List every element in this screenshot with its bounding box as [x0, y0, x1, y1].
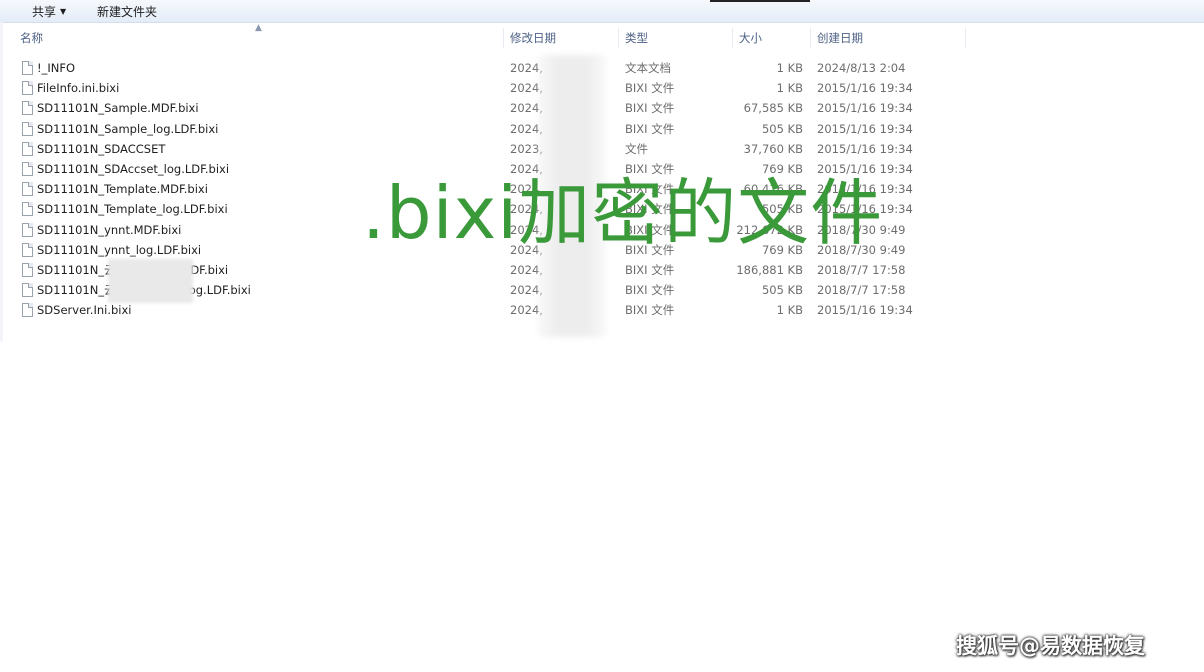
column-header-created[interactable]: 创建日期 — [811, 28, 966, 48]
file-icon — [22, 81, 33, 96]
file-created: 2015/1/16 19:34 — [817, 81, 913, 96]
file-icon — [22, 303, 33, 318]
file-type: BIXI 文件 — [625, 303, 675, 318]
file-size: 1 KB — [776, 303, 803, 318]
file-icon — [22, 182, 33, 197]
file-icon — [22, 242, 33, 257]
file-icon — [22, 202, 33, 217]
new-folder-label: 新建文件夹 — [97, 5, 158, 19]
file-icon — [22, 121, 33, 136]
file-icon — [22, 61, 33, 75]
file-name: SD11101N_ynnt_log.LDF.bixi — [37, 242, 202, 257]
file-icon — [22, 222, 33, 237]
share-label: 共享 — [32, 5, 57, 19]
column-header-row: ▲ 名称 修改日期 类型 大小 创建日期 — [0, 23, 1204, 48]
file-type: BIXI 文件 — [625, 121, 675, 136]
watermark: 搜狐号@易数据恢复 — [956, 634, 1145, 658]
file-name: SD11101N_Template_log.LDF.bixi — [37, 202, 228, 217]
file-created: 2018/7/7 17:58 — [817, 283, 906, 298]
file-size: 505 KB — [761, 121, 803, 136]
file-size: 186,881 KB — [736, 262, 803, 277]
file-type: BIXI 文件 — [625, 101, 675, 116]
file-name: SD11101N_ynnt.MDF.bixi — [37, 222, 182, 237]
redaction-blur-company-name — [108, 259, 193, 303]
column-header-type[interactable]: 类型 — [619, 28, 733, 48]
file-name: !_INFO — [37, 61, 76, 75]
chevron-down-icon: ▼ — [60, 7, 67, 16]
file-type: 文本文档 — [625, 61, 671, 75]
file-icon — [22, 101, 33, 116]
file-created: 2018/7/7 17:58 — [817, 262, 906, 277]
file-type: BIXI 文件 — [625, 81, 675, 96]
file-created: 2015/1/16 19:34 — [817, 141, 913, 156]
file-name: SD11101N_Template.MDF.bixi — [37, 182, 208, 197]
file-name: SDServer.Ini.bixi — [37, 303, 132, 318]
share-button[interactable]: 共享 ▼ — [32, 3, 66, 20]
column-header-size[interactable]: 大小 — [733, 28, 811, 48]
file-name: SD11101N_Sample.MDF.bixi — [37, 101, 199, 116]
window-edge — [710, 0, 810, 2]
file-size: 505 KB — [761, 283, 803, 298]
file-type: BIXI 文件 — [625, 283, 675, 298]
file-size: 67,585 KB — [743, 101, 803, 116]
file-name: FileInfo.ini.bixi — [37, 81, 120, 96]
column-header-modified[interactable]: 修改日期 — [504, 28, 619, 48]
column-header-name[interactable]: 名称 — [14, 28, 504, 48]
file-size: 37,760 KB — [743, 141, 803, 156]
file-icon — [22, 283, 33, 298]
file-name: SD11101N_SDAccset_log.LDF.bixi — [37, 161, 230, 176]
file-created: 2024/8/13 2:04 — [817, 61, 906, 75]
file-name: SD11101N_Sample_log.LDF.bixi — [37, 121, 219, 136]
file-icon — [22, 262, 33, 277]
file-icon — [22, 141, 33, 156]
file-size: 1 KB — [776, 81, 803, 96]
file-created: 2015/1/16 19:34 — [817, 303, 913, 318]
file-created: 2015/1/16 19:34 — [817, 101, 913, 116]
file-name: SD11101N_SDACCSET — [37, 141, 166, 156]
file-size: 1 KB — [776, 61, 803, 75]
overlay-title: .bixi加密的文件 — [362, 171, 884, 255]
file-type: BIXI 文件 — [625, 262, 675, 277]
toolbar: 共享 ▼ 新建文件夹 — [0, 0, 1204, 23]
file-created: 2015/1/16 19:34 — [817, 121, 913, 136]
new-folder-button[interactable]: 新建文件夹 — [97, 3, 157, 20]
file-type: 文件 — [625, 141, 648, 156]
file-icon — [22, 161, 33, 176]
